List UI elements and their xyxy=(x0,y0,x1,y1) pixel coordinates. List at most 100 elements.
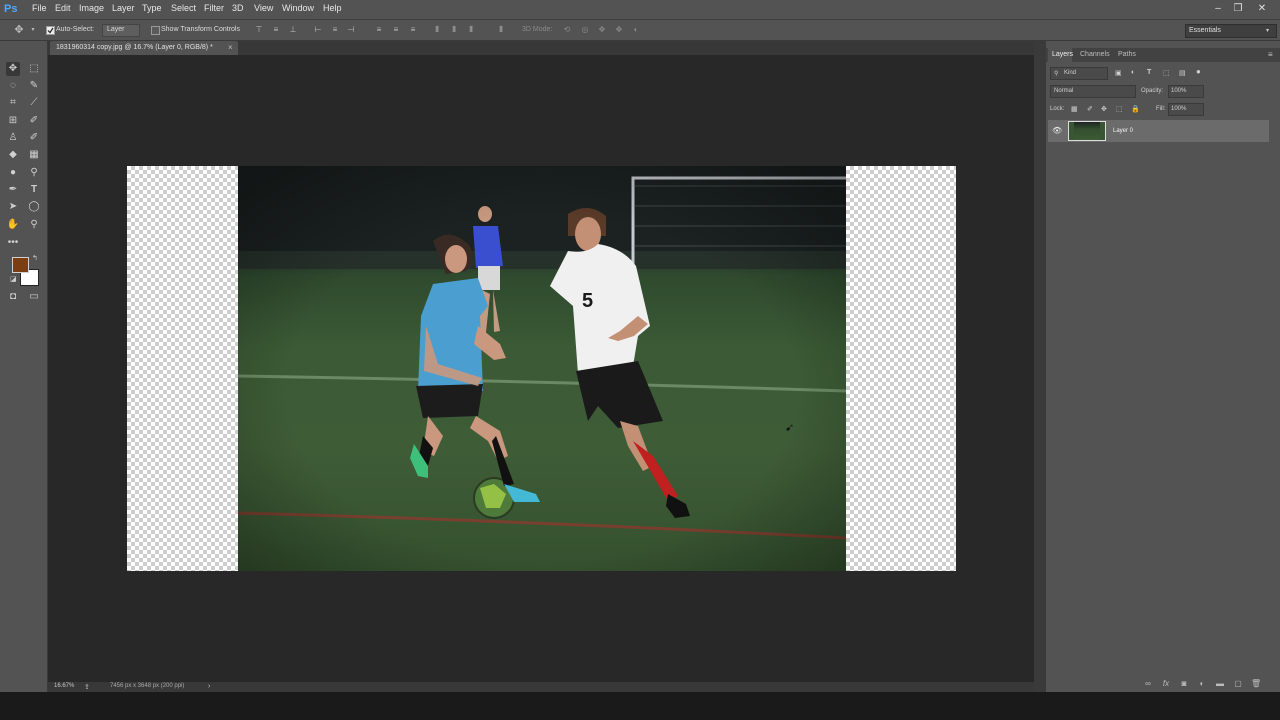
move-tool-icon[interactable]: ✥ xyxy=(6,62,20,76)
menu-select[interactable]: Select xyxy=(171,3,196,13)
hand-tool-icon[interactable]: ✋ xyxy=(6,218,20,232)
panel-collapse-strip[interactable] xyxy=(1034,41,1046,692)
menu-type[interactable]: Type xyxy=(142,3,162,13)
align-right-icon[interactable]: ⊣ xyxy=(346,25,356,35)
distribute-hcenter-icon[interactable]: ⫴ xyxy=(449,25,459,35)
healing-brush-icon[interactable]: ⊞ xyxy=(6,114,20,128)
eyedropper-tool-icon[interactable]: ⟋ xyxy=(27,96,41,110)
chevron-down-icon[interactable]: ▾ xyxy=(1266,27,1269,34)
menu-edit[interactable]: Edit xyxy=(55,3,71,13)
crop-tool-icon[interactable]: ⌗ xyxy=(6,96,20,110)
layer-thumbnail[interactable] xyxy=(1068,121,1106,141)
layer-style-icon[interactable]: fx xyxy=(1161,679,1171,689)
filter-type-icon[interactable]: T xyxy=(1147,69,1151,76)
chevron-down-icon[interactable]: ▾ xyxy=(28,25,38,35)
brush-tool-icon[interactable]: ✐ xyxy=(27,114,41,128)
quick-select-tool-icon[interactable]: ✎ xyxy=(27,79,41,93)
menu-window[interactable]: Window xyxy=(282,3,314,13)
clone-stamp-icon[interactable]: ♙ xyxy=(6,131,20,145)
ellipse-tool-icon[interactable]: ◯ xyxy=(27,200,41,214)
distribute-right-icon[interactable]: ⫴ xyxy=(466,25,476,35)
new-group-icon[interactable]: ▬ xyxy=(1215,679,1225,689)
lock-all-icon[interactable]: 🔒 xyxy=(1131,105,1140,113)
3d-scale-icon[interactable]: ◐ xyxy=(631,25,641,35)
type-tool-icon[interactable]: T xyxy=(27,183,41,197)
move-tool-icon[interactable]: ✥ xyxy=(14,25,24,36)
align-top-icon[interactable]: ⊤ xyxy=(254,25,264,35)
3d-drag-icon[interactable]: ✥ xyxy=(597,25,607,35)
zoom-tool-icon[interactable]: ⚲ xyxy=(27,218,41,232)
close-tab-icon[interactable]: × xyxy=(228,43,233,52)
soccer-photo[interactable]: 5 xyxy=(238,166,846,571)
menu-layer[interactable]: Layer xyxy=(112,3,135,13)
transparent-area-right xyxy=(846,166,956,571)
layer-name[interactable]: Layer 0 xyxy=(1113,128,1133,134)
auto-select-checkbox[interactable] xyxy=(46,26,55,35)
chevron-right-icon[interactable]: › xyxy=(208,683,210,690)
menu-filter[interactable]: Filter xyxy=(204,3,224,13)
link-layers-icon[interactable]: ∞ xyxy=(1143,679,1153,689)
menu-image[interactable]: Image xyxy=(79,3,104,13)
dodge-tool-icon[interactable]: ⚲ xyxy=(27,166,41,180)
align-hcenter-icon[interactable]: ≡ xyxy=(330,25,340,35)
menu-view[interactable]: View xyxy=(254,3,273,13)
minimize-icon[interactable]: – xyxy=(1211,2,1225,16)
menu-help[interactable]: Help xyxy=(323,3,342,13)
lock-image-icon[interactable]: ✐ xyxy=(1087,105,1093,113)
3d-slide-icon[interactable]: ✥ xyxy=(614,25,624,35)
align-bottom-icon[interactable]: ⊥ xyxy=(288,25,298,35)
close-icon[interactable]: ✕ xyxy=(1255,2,1269,16)
path-select-icon[interactable]: ➤ xyxy=(6,200,20,214)
tab-paths[interactable]: Paths xyxy=(1118,51,1136,58)
filter-dropdown[interactable] xyxy=(1050,67,1108,80)
lasso-tool-icon[interactable]: ◌ xyxy=(6,79,20,93)
delete-layer-icon[interactable]: 🗑 xyxy=(1251,679,1261,689)
distribute-vcenter-icon[interactable]: ≡ xyxy=(391,25,401,35)
tab-channels[interactable]: Channels xyxy=(1080,51,1110,58)
blur-tool-icon[interactable]: ● xyxy=(6,166,20,180)
lock-artboard-icon[interactable]: ⬚ xyxy=(1116,105,1123,113)
tab-layers[interactable]: Layers xyxy=(1052,51,1073,58)
3d-roll-icon[interactable]: ◎ xyxy=(580,25,590,35)
share-icon[interactable]: ⇪ xyxy=(84,683,90,691)
restore-icon[interactable]: ❐ xyxy=(1231,2,1245,16)
filter-pixel-icon[interactable]: ▣ xyxy=(1115,69,1122,77)
workspace-label: Essentials xyxy=(1189,27,1221,34)
add-mask-icon[interactable]: ◙ xyxy=(1179,679,1189,689)
quick-mask-icon[interactable]: ◘ xyxy=(6,290,20,304)
lock-position-icon[interactable]: ✥ xyxy=(1101,105,1107,113)
default-colors-icon[interactable]: ◪ xyxy=(10,275,17,283)
eye-icon[interactable]: 👁 xyxy=(1052,126,1062,135)
distribute-bottom-icon[interactable]: ≡ xyxy=(408,25,418,35)
3d-mode-label: 3D Mode: xyxy=(522,26,553,33)
adjustment-layer-icon[interactable]: ◐ xyxy=(1197,679,1207,689)
gradient-tool-icon[interactable]: ▦ xyxy=(27,148,41,162)
lock-transparent-icon[interactable]: ▦ xyxy=(1071,105,1078,113)
menu-3d[interactable]: 3D xyxy=(232,3,244,13)
filter-adjustment-icon[interactable]: ◐ xyxy=(1131,69,1135,76)
auto-align-icon[interactable]: ⦀ xyxy=(496,25,506,35)
align-vcenter-icon[interactable]: ≡ xyxy=(271,25,281,35)
history-brush-icon[interactable]: ✐ xyxy=(27,131,41,145)
eraser-tool-icon[interactable]: ◆ xyxy=(6,148,20,162)
pen-tool-icon[interactable]: ✒ xyxy=(6,183,20,197)
more-tools-icon[interactable]: ••• xyxy=(6,236,20,250)
foreground-color-swatch[interactable] xyxy=(12,257,29,273)
zoom-level[interactable]: 16.67% xyxy=(54,683,74,689)
filter-shape-icon[interactable]: ⬚ xyxy=(1163,69,1170,77)
taskbar xyxy=(0,692,1280,720)
new-layer-icon[interactable]: ▢ xyxy=(1233,679,1243,689)
transform-controls-checkbox[interactable] xyxy=(151,26,160,35)
distribute-top-icon[interactable]: ≡ xyxy=(374,25,384,35)
align-left-icon[interactable]: ⊢ xyxy=(313,25,323,35)
3d-rotate-icon[interactable]: ⟲ xyxy=(562,25,572,35)
blend-mode-value: Normal xyxy=(1054,88,1074,94)
screen-mode-icon[interactable]: ▭ xyxy=(27,290,41,304)
distribute-left-icon[interactable]: ⫴ xyxy=(432,25,442,35)
filter-smart-object-icon[interactable]: ▤ xyxy=(1179,69,1186,77)
panel-menu-icon[interactable]: ≡ xyxy=(1268,50,1273,59)
swap-colors-icon[interactable]: ↰ xyxy=(32,254,38,262)
menu-file[interactable]: File xyxy=(32,3,47,13)
marquee-tool-icon[interactable]: ⬚ xyxy=(27,62,41,76)
filter-toggle-icon[interactable]: ● xyxy=(1196,67,1201,76)
